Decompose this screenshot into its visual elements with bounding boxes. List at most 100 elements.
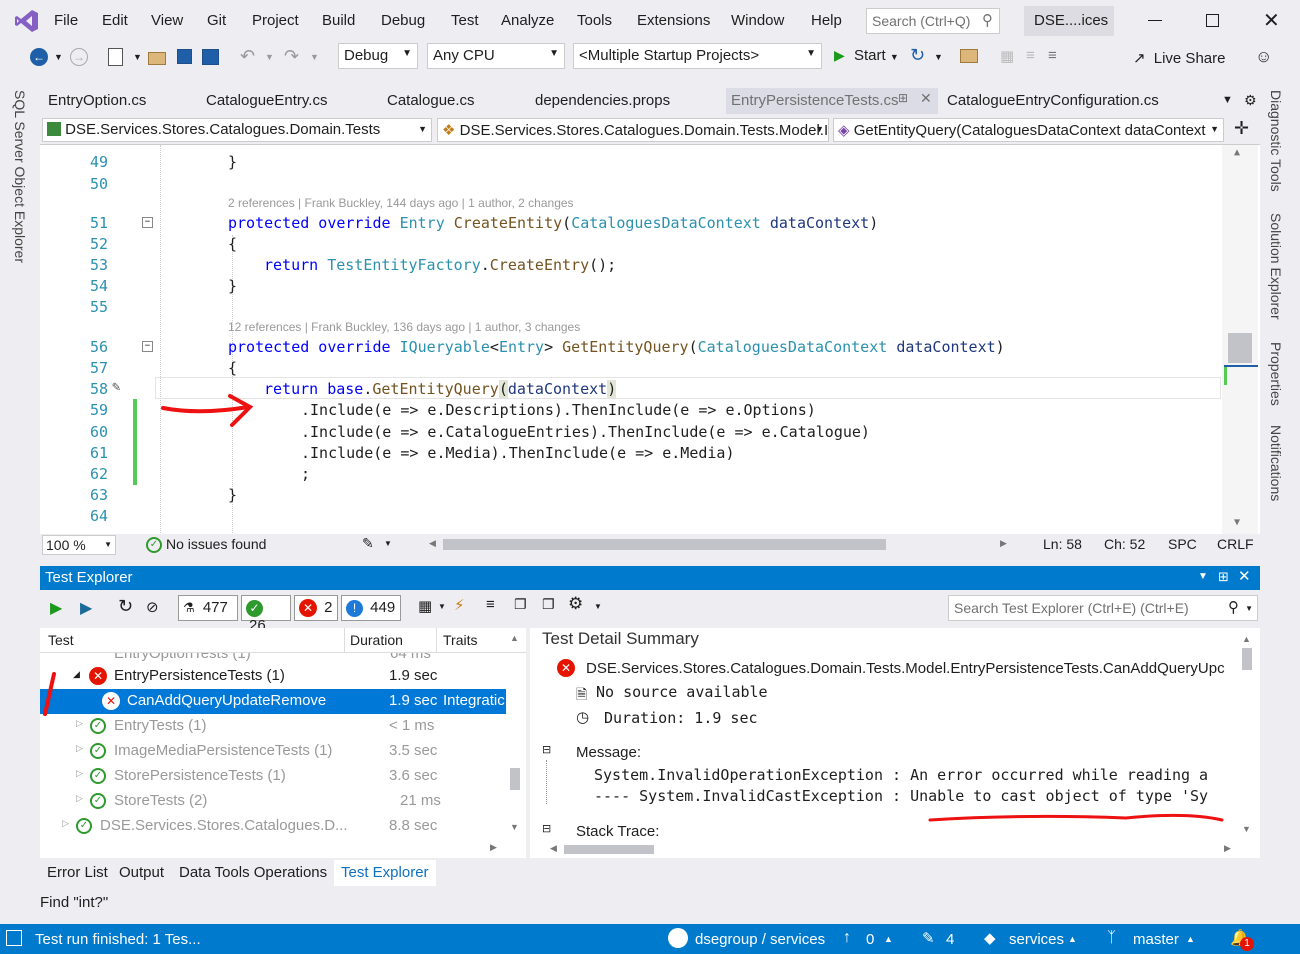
- run-after-build-icon[interactable]: ⚡: [454, 596, 465, 614]
- open-folder-icon[interactable]: [148, 52, 166, 65]
- not-run-tests-filter[interactable]: ! 449: [341, 595, 401, 621]
- push-icon[interactable]: ↑: [843, 929, 851, 947]
- menu-extensions[interactable]: Extensions: [637, 12, 710, 29]
- tab-catalogue-entry[interactable]: CatalogueEntry.cs: [206, 92, 327, 109]
- diagnostic-tools-tab[interactable]: Diagnostic Tools: [1268, 90, 1284, 192]
- scroll-up-icon[interactable]: ▲: [1234, 147, 1240, 158]
- nav-member-dropdown[interactable]: ◈ GetEntityQuery(CataloguesDataContext d…: [833, 118, 1224, 142]
- refresh-dropdown-icon[interactable]: ▼: [934, 52, 943, 62]
- scroll-right-icon[interactable]: ▶: [1224, 843, 1231, 854]
- tab-catalogue-entry-configuration[interactable]: CatalogueEntryConfiguration.cs: [947, 92, 1159, 109]
- tree-row[interactable]: ◢ ✕ EntryPersistenceTests (1) 1.9 sec: [40, 664, 506, 689]
- live-share-button[interactable]: ↗ Live Share: [1133, 49, 1225, 67]
- scrollbar-thumb[interactable]: [1228, 333, 1252, 363]
- tab-entry-persistence-tests[interactable]: EntryPersistenceTests.cs ⊞ ✕: [726, 88, 938, 114]
- close-icon[interactable]: ✕: [1238, 567, 1251, 585]
- undo-icon[interactable]: ↶: [240, 46, 255, 67]
- detail-horizontal-scrollbar-thumb[interactable]: [564, 845, 654, 854]
- window-menu-icon[interactable]: ▼: [1198, 571, 1208, 582]
- nav-project-dropdown[interactable]: DSE.Services.Stores.Catalogues.Domain.Te…: [42, 118, 432, 142]
- tab-catalogue[interactable]: Catalogue.cs: [387, 92, 475, 109]
- menu-tools[interactable]: Tools: [577, 12, 612, 29]
- menu-help[interactable]: Help: [811, 12, 842, 29]
- code-lens[interactable]: 12 references | Frank Buckley, 136 days …: [228, 320, 580, 334]
- tree-row[interactable]: ▷ ✓ ImageMediaPersistenceTests (1) 3.5 s…: [40, 739, 506, 764]
- nav-type-dropdown[interactable]: ❖ DSE.Services.Stores.Catalogues.Domain.…: [437, 118, 829, 142]
- pencil-icon[interactable]: ✎: [922, 929, 935, 947]
- new-dropdown-icon[interactable]: ▼: [133, 52, 142, 62]
- menu-analyze[interactable]: Analyze: [501, 12, 554, 29]
- folder-search-icon[interactable]: [960, 49, 978, 63]
- repo-link[interactable]: dsegroup / services: [695, 931, 825, 948]
- step-icon[interactable]: ▦: [1000, 47, 1014, 65]
- detail-test-name[interactable]: DSE.Services.Stores.Catalogues.Domain.Te…: [586, 660, 1240, 677]
- back-dropdown-icon[interactable]: ▼: [54, 52, 63, 62]
- changes-count[interactable]: 4: [946, 931, 954, 948]
- find-results-label[interactable]: Find "int?": [40, 894, 108, 911]
- menu-view[interactable]: View: [151, 12, 183, 29]
- tab-test-explorer[interactable]: Test Explorer: [334, 860, 436, 886]
- tab-output[interactable]: Output: [119, 864, 164, 881]
- column-traits[interactable]: Traits: [443, 632, 477, 648]
- screwdriver-icon[interactable]: ✎: [112, 379, 120, 395]
- format-icon[interactable]: ≡: [1026, 47, 1035, 64]
- config-select[interactable]: Debug ▼: [338, 43, 418, 69]
- passed-tests-filter[interactable]: ✓ 26: [241, 595, 291, 634]
- expand-arrow-icon[interactable]: ▷: [76, 768, 83, 779]
- chevron-down-icon[interactable]: ▼: [384, 539, 392, 548]
- scroll-up-icon[interactable]: ▲: [1242, 634, 1251, 644]
- column-duration[interactable]: Duration: [350, 632, 403, 648]
- menu-edit[interactable]: Edit: [102, 12, 128, 29]
- minimize-icon[interactable]: [1148, 20, 1162, 21]
- tree-row[interactable]: ▷ ✓ StoreTests (2) 21 ms: [40, 789, 506, 814]
- feedback-icon[interactable]: ☺: [1255, 47, 1272, 67]
- chevron-up-icon[interactable]: ▲: [1068, 934, 1077, 944]
- menu-file[interactable]: File: [54, 12, 78, 29]
- chevron-up-icon[interactable]: ▲: [884, 934, 893, 944]
- split-editor-icon[interactable]: ✛: [1234, 118, 1249, 139]
- collapse-toggle[interactable]: −: [142, 217, 153, 228]
- save-all-icon[interactable]: [202, 49, 219, 65]
- expand-arrow-icon[interactable]: ▷: [76, 793, 83, 804]
- editor-vertical-scrollbar[interactable]: ▲ ▼: [1222, 145, 1258, 535]
- platform-select[interactable]: Any CPU ▼: [427, 43, 565, 69]
- total-tests-filter[interactable]: ⚗ 477: [178, 595, 238, 621]
- close-tab-icon[interactable]: ✕: [920, 90, 932, 107]
- expand-arrow-icon[interactable]: ▷: [62, 818, 69, 829]
- back-icon[interactable]: ←: [30, 48, 48, 66]
- refresh-icon[interactable]: ↻: [910, 45, 925, 66]
- repeat-run-icon[interactable]: ↻: [118, 596, 133, 617]
- startup-select[interactable]: <Multiple Startup Projects> ▼: [573, 43, 822, 69]
- maximize-icon[interactable]: [1206, 14, 1219, 27]
- unpushed-count[interactable]: 0: [866, 931, 874, 948]
- expand-arrow-icon[interactable]: ▷: [76, 743, 83, 754]
- sql-server-object-explorer-tab[interactable]: SQL Server Object Explorer: [12, 90, 28, 263]
- scroll-right-icon[interactable]: ▶: [1000, 538, 1007, 549]
- menu-build[interactable]: Build: [322, 12, 355, 29]
- collapse-toggle[interactable]: ⊟: [542, 743, 551, 756]
- failed-tests-filter[interactable]: ✕ 2: [294, 595, 338, 621]
- menu-git[interactable]: Git: [207, 12, 226, 29]
- scroll-right-icon[interactable]: ▶: [490, 842, 497, 853]
- menu-project[interactable]: Project: [252, 12, 299, 29]
- cancel-icon[interactable]: ⊘: [146, 598, 159, 616]
- forward-icon[interactable]: →: [70, 48, 88, 66]
- code-editor[interactable]: 49 50 51 52 53 54 55 56 57 58 59 60 61 6…: [40, 144, 1260, 535]
- playlist-icon[interactable]: ▦: [418, 597, 432, 615]
- format2-icon[interactable]: ≡: [1048, 47, 1057, 64]
- collapse-toggle[interactable]: −: [142, 341, 153, 352]
- global-search-input[interactable]: Search (Ctrl+Q) ⚲: [866, 8, 1000, 34]
- tree-row[interactable]: ▷ ✓ EntryTests (1) < 1 ms: [40, 714, 506, 739]
- vs-logo-icon[interactable]: [14, 8, 40, 34]
- redo-icon[interactable]: ↷: [284, 46, 299, 67]
- pin-icon[interactable]: ⊞: [898, 91, 908, 105]
- issues-label[interactable]: No issues found: [166, 536, 266, 552]
- scroll-down-icon[interactable]: ▼: [510, 822, 519, 832]
- settings-gear-icon[interactable]: ⚙: [1244, 92, 1257, 109]
- horizontal-scrollbar-thumb[interactable]: [443, 539, 886, 550]
- solution-explorer-tab[interactable]: Solution Explorer: [1268, 213, 1284, 320]
- code-lens[interactable]: 2 references | Frank Buckley, 144 days a…: [228, 196, 574, 210]
- tab-list-dropdown-icon[interactable]: ▼: [1222, 94, 1233, 106]
- redo-dropdown-icon[interactable]: ▼: [310, 52, 319, 62]
- detail-vertical-scrollbar-thumb[interactable]: [1242, 648, 1252, 670]
